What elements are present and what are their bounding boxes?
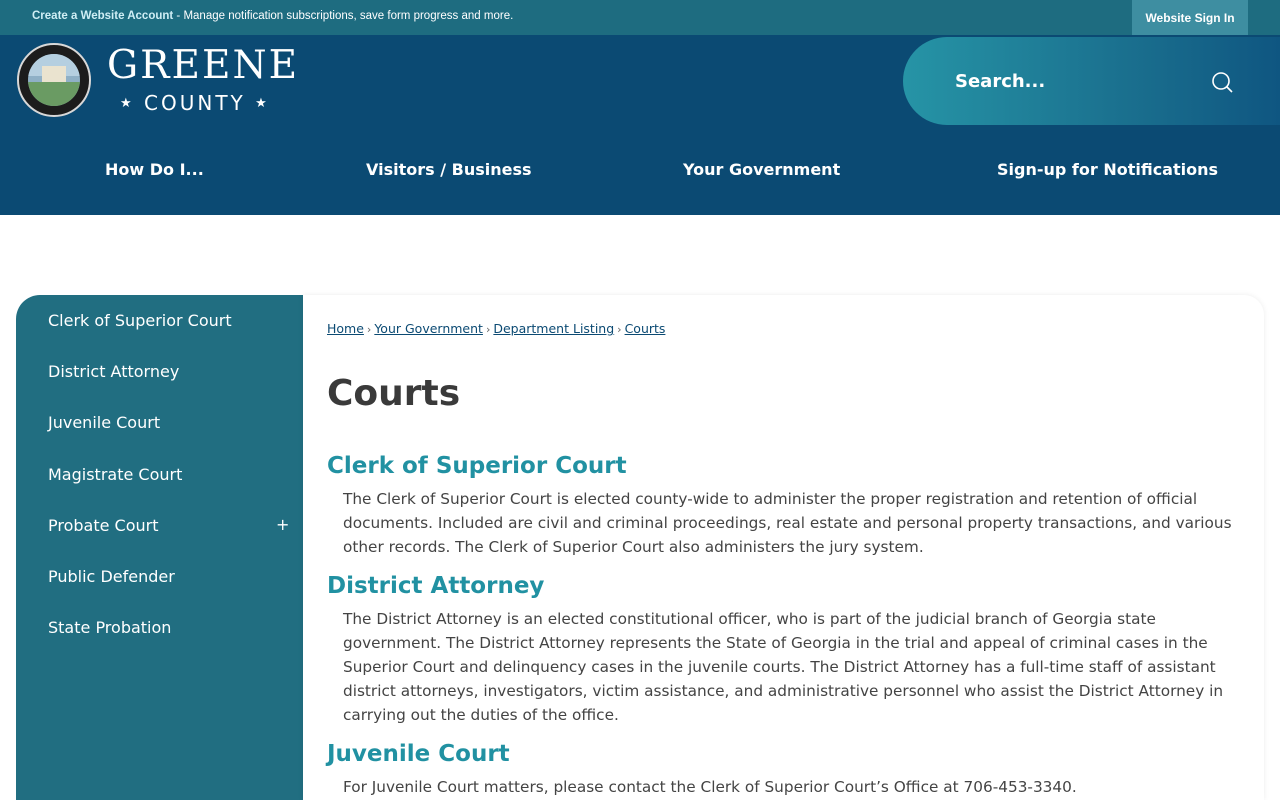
section-title-district-attorney[interactable]: District Attorney [327, 573, 544, 599]
account-message-text: - Manage notification subscriptions, sav… [173, 10, 514, 22]
top-utility-bar: Create a Website Account - Manage notifi… [0, 0, 1280, 35]
site-header: GREENE ★ COUNTY ★ How Do I... Visitors /… [0, 35, 1280, 215]
breadcrumb-separator-icon: › [485, 323, 491, 336]
create-account-link[interactable]: Create a Website Account [32, 10, 173, 22]
section-text-clerk-superior-court: The Clerk of Superior Court is elected c… [343, 490, 1232, 556]
sidebar-item-state-probation[interactable]: State Probation [48, 618, 171, 637]
sidebar-item-clerk-superior-court[interactable]: Clerk of Superior Court [48, 311, 232, 330]
nav-how-do-i[interactable]: How Do I... [105, 160, 204, 179]
sidebar-item-public-defender[interactable]: Public Defender [48, 567, 175, 586]
breadcrumb-courts[interactable]: Courts [625, 321, 666, 336]
breadcrumb-home[interactable]: Home [327, 321, 364, 336]
nav-visitors-business[interactable]: Visitors / Business [366, 160, 532, 179]
page-title: Courts [327, 373, 461, 414]
logo-text-greene[interactable]: GREENE [107, 43, 299, 89]
nav-sign-up-notifications[interactable]: Sign-up for Notifications [997, 160, 1218, 179]
sidebar-item-juvenile-court[interactable]: Juvenile Court [48, 413, 160, 432]
account-message: Create a Website Account - Manage notifi… [32, 10, 513, 22]
search-input[interactable] [955, 65, 1195, 97]
logo-text-county[interactable]: ★ COUNTY ★ [120, 91, 270, 116]
sidebar-item-district-attorney[interactable]: District Attorney [48, 362, 179, 381]
seal-image [28, 54, 80, 106]
website-sign-in-button[interactable]: Website Sign In [1132, 0, 1248, 35]
sidebar-item-magistrate-court[interactable]: Magistrate Court [48, 465, 182, 484]
county-seal-logo[interactable] [17, 43, 91, 117]
section-title-clerk-superior-court[interactable]: Clerk of Superior Court [327, 453, 627, 479]
sidebar-item-probate-court[interactable]: Probate Court [48, 516, 159, 535]
expand-plus-icon[interactable]: + [276, 515, 289, 534]
main-content: Home › Your Government › Department Listing ›… [303, 295, 1264, 800]
star-icon: ★ [120, 96, 135, 111]
search-icon[interactable] [1211, 71, 1233, 93]
section-text-juvenile-court: For Juvenile Court matters, please conta… [343, 778, 1077, 796]
breadcrumb-your-government[interactable]: Your Government [374, 321, 483, 336]
nav-your-government[interactable]: Your Government [683, 160, 840, 179]
main-navigation: How Do I... Visitors / Business Your Gov… [0, 150, 1280, 190]
logo-county-word: COUNTY [144, 91, 246, 115]
section-text-district-attorney: The District Attorney is an elected cons… [343, 610, 1224, 724]
breadcrumb-department-listing[interactable]: Department Listing [493, 321, 614, 336]
section-title-juvenile-court[interactable]: Juvenile Court [327, 741, 510, 767]
breadcrumb-separator-icon: › [366, 323, 372, 336]
search-bar [903, 37, 1280, 125]
sidebar-nav: Clerk of Superior Court District Attorne… [16, 295, 303, 800]
star-icon: ★ [255, 96, 270, 111]
breadcrumb: Home › Your Government › Department Listing ›… [327, 321, 665, 336]
breadcrumb-separator-icon: › [617, 323, 622, 336]
